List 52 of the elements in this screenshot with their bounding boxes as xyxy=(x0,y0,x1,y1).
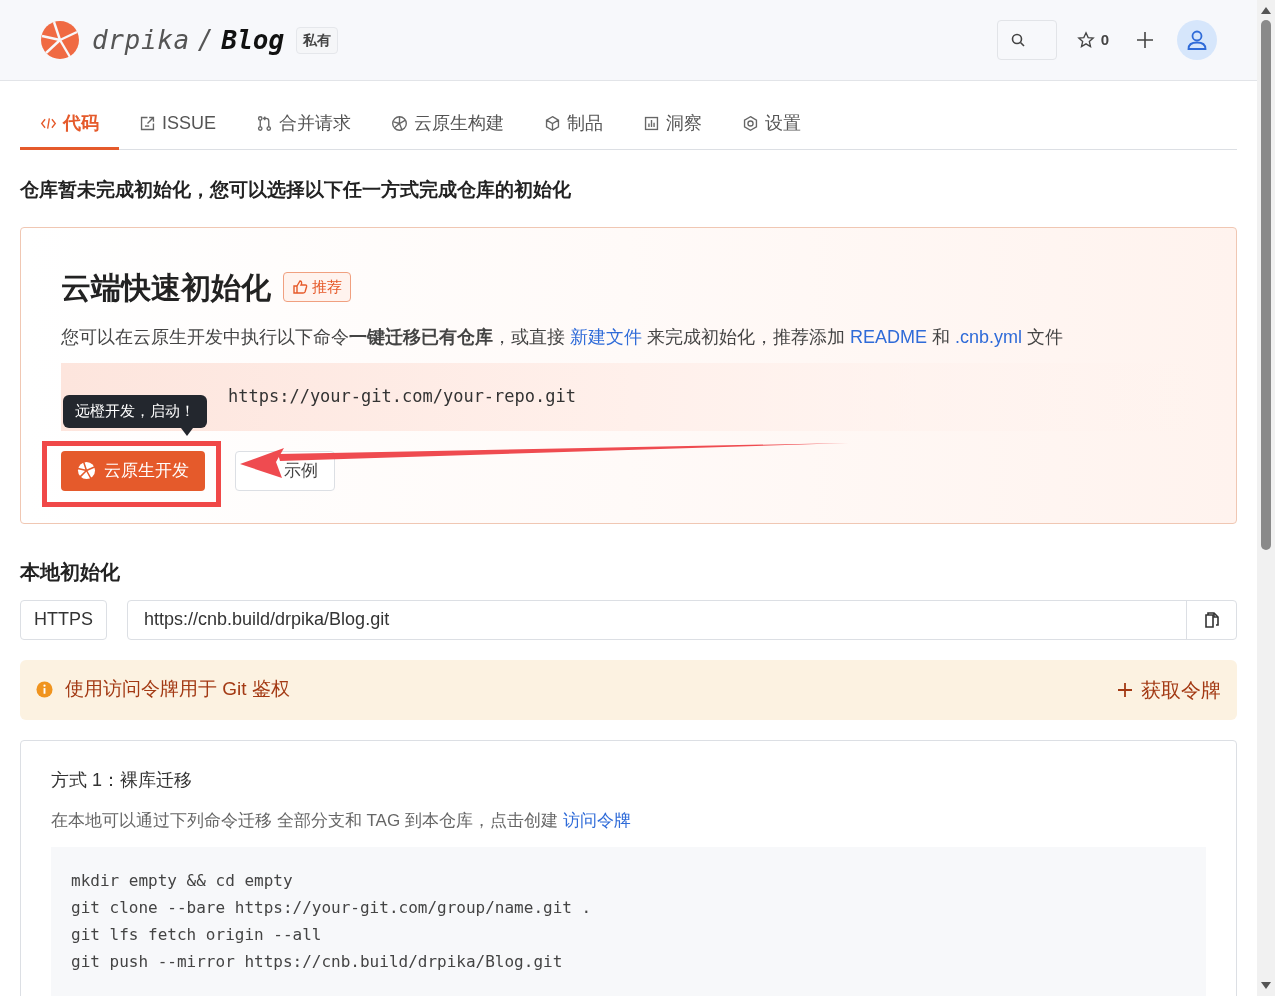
text-link[interactable]: 访问令牌 xyxy=(562,810,631,830)
init-notice: 仓库暂未完成初始化，您可以选择以下任一方式完成仓库的初始化 xyxy=(20,178,572,202)
clone-url: https://cnb.build/drpika/Blog.git xyxy=(143,608,391,631)
code-line: mkdir empty && cd empty xyxy=(71,870,294,892)
info-icon xyxy=(36,681,53,698)
thumbs-up-icon xyxy=(292,279,308,295)
command-text: https://your-git.com/your-repo.git xyxy=(228,384,576,408)
method-description: 在本地可以通过下列命令迁移 全部分支和 TAG 到本仓库，点击创建 访问令牌 xyxy=(51,809,632,832)
tooltip: 远橙开发，启动！ xyxy=(63,394,207,428)
visibility-badge: 私有 xyxy=(296,26,339,54)
wheel-icon xyxy=(391,114,409,132)
edit-icon xyxy=(139,114,156,132)
tooltip-pointer xyxy=(181,427,193,436)
repo-name[interactable]: Blog xyxy=(221,20,285,60)
hexagon-icon xyxy=(742,114,760,132)
nav-tab[interactable]: 合并请求 xyxy=(236,99,372,150)
nav-tab[interactable]: 制品 xyxy=(524,99,624,150)
alert-text: 使用访问令牌用于 Git 鉴权 xyxy=(65,677,290,702)
card-description: 您可以在云原生开发中执行以下命令一键迁移已有仓库，或直接 新建文件 来完成初始化，推荐添加 README 和 .cnb.yml 文件 xyxy=(61,325,1065,349)
code-line: git lfs fetch origin --all xyxy=(71,924,323,946)
nav-tab[interactable]: 云原生构建 xyxy=(371,99,525,150)
scrollbar[interactable] xyxy=(1257,0,1275,996)
method-title: 方式 1：裸库迁移 xyxy=(51,768,193,792)
get-token-link[interactable]: 获取令牌 xyxy=(1117,674,1221,705)
copy-icon xyxy=(1202,610,1221,629)
avatar[interactable] xyxy=(1177,20,1217,60)
cube-icon xyxy=(544,114,562,132)
nav-tab[interactable]: 洞察 xyxy=(623,99,723,150)
recommend-badge: 推荐 xyxy=(283,272,351,302)
search-button[interactable] xyxy=(996,20,1057,60)
wheel-icon xyxy=(77,461,96,480)
bar-chart-icon xyxy=(643,114,661,132)
code-line: git clone --bare https://your-git.com/group/name.git . xyxy=(71,897,593,919)
code-line: git push --mirror https://cnb.build/drpika/Blog.git xyxy=(71,951,564,973)
card-title: 云端快速初始化 xyxy=(61,269,271,306)
section-title: 本地初始化 xyxy=(20,559,121,585)
logo-icon xyxy=(40,20,80,60)
text-link[interactable]: 新建文件 xyxy=(570,326,642,347)
plus-icon xyxy=(1117,681,1133,698)
search-icon xyxy=(1009,32,1026,48)
clone-url-field[interactable]: https://cnb.build/drpika/Blog.git xyxy=(127,599,1237,640)
text-link[interactable]: README xyxy=(850,326,928,347)
nav-tab[interactable]: 设置 xyxy=(722,99,822,150)
owner-link[interactable]: drpika xyxy=(92,20,190,60)
pull-request-icon xyxy=(256,114,274,132)
nav-tab[interactable]: 代码 xyxy=(20,99,119,150)
cloud-dev-button[interactable]: 云原生开发 xyxy=(61,450,205,491)
path-separator: / xyxy=(197,23,214,57)
text-link[interactable]: .cnb.yml xyxy=(955,326,1023,347)
star-button[interactable]: 0 xyxy=(1076,28,1109,52)
protocol-selector[interactable]: HTTPS xyxy=(20,599,107,640)
nav-tab[interactable]: ISSUE xyxy=(119,99,237,150)
